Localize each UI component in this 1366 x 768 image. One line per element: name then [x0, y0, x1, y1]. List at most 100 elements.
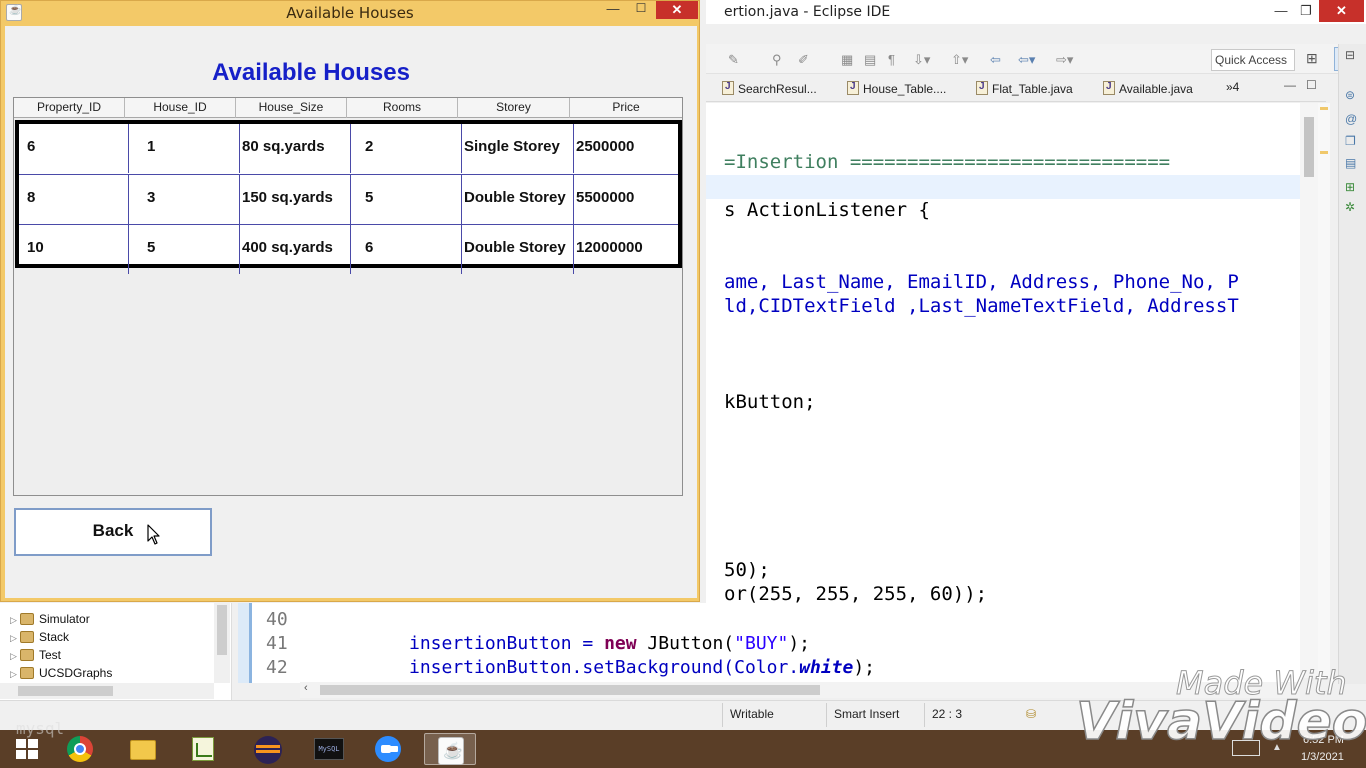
table-cell[interactable]: Double Storey [462, 225, 574, 274]
tree-item-simulator[interactable]: ▷ Simulator [10, 612, 90, 626]
back-arrow-icon[interactable]: ⇦▾ [1018, 52, 1035, 68]
console-icon[interactable]: ▤ [1345, 156, 1356, 170]
whitespace-icon[interactable]: ▤ [864, 52, 876, 68]
chart-app-icon [192, 737, 214, 761]
taskbar-file-explorer[interactable] [120, 733, 164, 765]
editor-minimize-button[interactable]: — [1284, 78, 1296, 92]
table-cell[interactable]: 5500000 [574, 175, 678, 224]
table-cell[interactable]: Single Storey [462, 124, 574, 173]
ruler-marker[interactable] [1320, 151, 1328, 154]
block-select-icon[interactable]: ▦ [841, 52, 853, 68]
toggle-mark-icon[interactable]: ⚲ [772, 52, 782, 68]
scrollbar-thumb[interactable] [18, 686, 113, 696]
table-cell[interactable]: 10 [19, 225, 129, 274]
annotation-icon[interactable]: ✐ [798, 52, 809, 68]
code-line-42: insertionButton.setBackground(Color.whit… [409, 657, 875, 678]
scroll-left-icon[interactable]: ‹ [304, 682, 308, 694]
table-cell[interactable]: 6 [351, 225, 462, 274]
more-tabs-button[interactable]: »4 [1226, 80, 1239, 94]
column-header-price[interactable]: Price [570, 98, 682, 118]
tab-house-table[interactable]: House_Table.... [847, 81, 946, 96]
editor-maximize-button[interactable]: ☐ [1306, 78, 1317, 92]
column-header-rooms[interactable]: Rooms [347, 98, 458, 118]
java-file-icon [976, 81, 988, 95]
status-separator [924, 703, 925, 727]
table-cell[interactable]: 5 [129, 225, 240, 274]
table-row[interactable]: 10 5 400 sq.yards 6 Double Storey 120000… [19, 224, 678, 274]
table-cell[interactable]: 3 [129, 175, 240, 224]
table-cell[interactable]: 5 [351, 175, 462, 224]
wand-icon[interactable]: ✎ [728, 52, 739, 68]
table-body: 6 1 80 sq.yards 2 Single Storey 2500000 … [15, 120, 682, 274]
back-button[interactable]: Back [14, 508, 212, 556]
taskbar-eclipse[interactable] [244, 733, 288, 765]
tree-item-test[interactable]: ▷ Test [10, 648, 61, 662]
table-cell[interactable]: 80 sq.yards [240, 124, 351, 173]
column-header-house-size[interactable]: House_Size [236, 98, 347, 118]
at-icon[interactable]: @ [1345, 112, 1357, 126]
close-button[interactable]: ✕ [656, 1, 698, 19]
expand-arrow-icon[interactable]: ▷ [10, 633, 20, 644]
scrollbar-thumb[interactable] [320, 685, 820, 695]
eclipse-title-bar: ertion.java - Eclipse IDE — ❐ ✕ [706, 0, 1366, 24]
maximize-button[interactable]: ☐ [627, 1, 655, 21]
expand-arrow-icon[interactable]: ▷ [10, 651, 20, 662]
scrollbar-thumb[interactable] [217, 605, 227, 655]
hierarchy-icon[interactable]: ⊞ [1345, 180, 1355, 194]
column-header-property-id[interactable]: Property_ID [14, 98, 125, 118]
eclipse-maximize-button[interactable]: ❐ [1291, 0, 1321, 22]
scrollbar-thumb[interactable] [1304, 117, 1314, 177]
tab-searchresult[interactable]: SearchResul... [722, 81, 817, 96]
table-cell[interactable]: 2500000 [574, 124, 678, 173]
open-perspective-icon[interactable]: ⊞ [1306, 50, 1318, 67]
project-icon [20, 649, 34, 661]
table-row[interactable]: 8 3 150 sq.yards 5 Double Storey 5500000 [19, 174, 678, 224]
restore-icon[interactable]: ⊟ [1345, 48, 1355, 62]
tab-available[interactable]: Available.java [1103, 81, 1193, 96]
code-line: or(255, 255, 255, 60)); [724, 583, 988, 603]
code-editor[interactable]: =Insertion ============================ … [706, 103, 1300, 603]
next-annotation-icon[interactable]: ⇩▾ [913, 52, 930, 68]
project-icon [20, 613, 34, 625]
clock-date[interactable]: 1/3/2021 [1301, 751, 1344, 763]
table-cell[interactable]: 150 sq.yards [240, 175, 351, 224]
prev-annotation-icon[interactable]: ⇧▾ [951, 52, 968, 68]
table-cell[interactable]: 8 [19, 175, 129, 224]
table-cell[interactable]: 400 sq.yards [240, 225, 351, 274]
editor-gutter [238, 603, 252, 683]
chrome-icon [67, 736, 93, 762]
javadoc-icon[interactable]: ❐ [1345, 134, 1356, 148]
status-cursor-position: 22 : 3 [932, 707, 963, 721]
quick-access-field[interactable]: Quick Access [1211, 49, 1295, 71]
eclipse-close-button[interactable]: ✕ [1319, 0, 1364, 22]
minimize-button[interactable]: — [599, 1, 627, 21]
column-header-house-id[interactable]: House_ID [125, 98, 236, 118]
expand-arrow-icon[interactable]: ▷ [10, 669, 20, 680]
taskbar-java-app[interactable] [424, 733, 476, 765]
last-edit-icon[interactable]: ⇦ [990, 52, 1001, 68]
tab-flat-table[interactable]: Flat_Table.java [976, 81, 1073, 96]
table-cell[interactable]: 2 [351, 124, 462, 173]
table-cell[interactable]: 1 [129, 124, 240, 173]
explorer-horizontal-scrollbar[interactable] [0, 683, 214, 699]
tree-item-ucsdgraphs[interactable]: ▷ UCSDGraphs [10, 666, 112, 680]
tree-item-stack[interactable]: ▷ Stack [10, 630, 69, 644]
table-cell[interactable]: 12000000 [574, 225, 678, 274]
window-title-bar[interactable]: Available Houses — ☐ ✕ [1, 1, 699, 25]
forward-arrow-icon[interactable]: ⇨▾ [1056, 52, 1073, 68]
progress-icon[interactable]: ⛁ [1026, 707, 1036, 721]
taskbar-mysql[interactable]: MySQL [306, 733, 350, 765]
table-row[interactable]: 6 1 80 sq.yards 2 Single Storey 2500000 [19, 124, 678, 174]
debug-icon[interactable]: ✲ [1345, 200, 1355, 214]
pilcrow-icon[interactable]: ¶ [888, 52, 895, 67]
table-cell[interactable]: 6 [19, 124, 129, 173]
taskbar-zoom[interactable] [364, 733, 408, 765]
expand-arrow-icon[interactable]: ▷ [10, 615, 20, 626]
outline-icon[interactable]: ⊜ [1345, 88, 1355, 102]
ruler-marker[interactable] [1320, 107, 1328, 110]
column-header-storey[interactable]: Storey [458, 98, 570, 118]
table-cell[interactable]: Double Storey [462, 175, 574, 224]
taskbar-chart-app[interactable] [180, 733, 224, 765]
editor-vertical-scrollbar[interactable] [1300, 103, 1318, 678]
explorer-vertical-scrollbar[interactable] [214, 603, 230, 683]
